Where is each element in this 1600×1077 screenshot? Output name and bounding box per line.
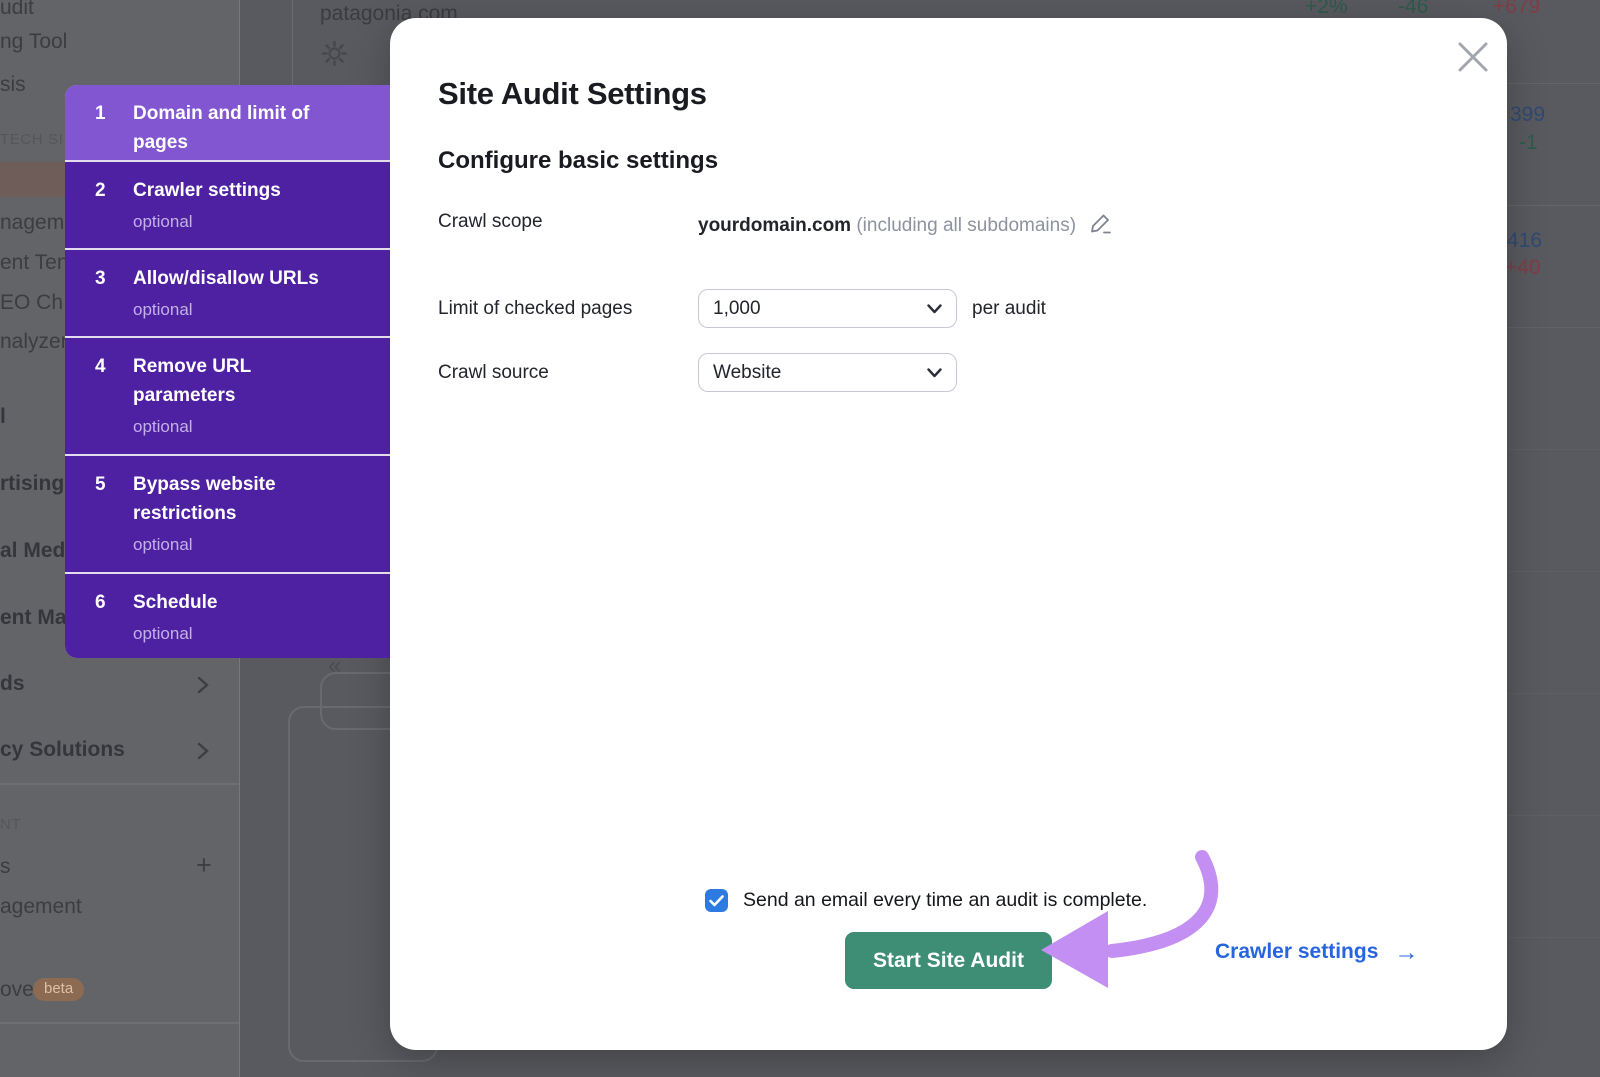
- step-optional-label: optional: [133, 534, 338, 556]
- step-number: 1: [95, 99, 133, 148]
- screen: udit ng Tool sis TECH SI nagem ent Ten E…: [0, 0, 1600, 1077]
- site-audit-steps-rail: 1 Domain and limit of pages 2 Crawler se…: [65, 85, 390, 658]
- check-icon: [709, 895, 724, 907]
- table-row-separator: [1507, 327, 1600, 328]
- sidebar-item-fragment[interactable]: ng Tool: [0, 30, 67, 54]
- chevron-down-icon: [927, 304, 942, 314]
- sidebar-item-fragment[interactable]: ent Ten: [0, 251, 69, 275]
- crawl-scope-domain: yourdomain.com: [698, 215, 851, 236]
- metric-value: 416: [1507, 229, 1542, 253]
- step-title: Allow/disallow URLs: [133, 264, 338, 293]
- crawl-source-select[interactable]: Website: [698, 353, 957, 392]
- metric-value: 399: [1510, 103, 1545, 127]
- sidebar-section-header: NT: [0, 816, 21, 833]
- metric-change-pct: +2%: [1305, 0, 1348, 19]
- modal-subtitle: Configure basic settings: [438, 147, 718, 175]
- step-optional-label: optional: [133, 299, 338, 321]
- sidebar-item-fragment[interactable]: cy Solutions: [0, 738, 125, 762]
- step-title: Remove URL parameters: [133, 352, 338, 410]
- beta-badge: beta: [33, 978, 84, 1001]
- sidebar-item-fragment[interactable]: al Medi: [0, 539, 71, 563]
- step-number: 4: [95, 352, 133, 442]
- crawl-source-selected-value: Website: [713, 362, 781, 384]
- sidebar-item-fragment[interactable]: agement: [0, 895, 82, 919]
- step-3-allow-disallow-urls[interactable]: 3 Allow/disallow URLs optional: [65, 250, 390, 336]
- step-2-crawler-settings[interactable]: 2 Crawler settings optional: [65, 162, 390, 248]
- step-6-schedule[interactable]: 6 Schedule optional: [65, 574, 390, 658]
- crawl-scope-label: Crawl scope: [438, 211, 543, 233]
- sidebar-divider-line: [0, 1022, 239, 1024]
- step-optional-label: optional: [133, 416, 338, 438]
- table-row-separator: [1507, 815, 1600, 816]
- table-row-separator: [1507, 205, 1600, 206]
- gear-icon[interactable]: [321, 40, 348, 67]
- step-title: Schedule: [133, 588, 338, 617]
- edit-pencil-icon[interactable]: [1089, 211, 1113, 235]
- table-row-separator: [1507, 571, 1600, 572]
- step-number: 3: [95, 264, 133, 324]
- limit-selected-value: 1,000: [713, 298, 761, 320]
- sidebar-item-fragment[interactable]: s: [0, 855, 11, 879]
- metric-value: -46: [1398, 0, 1428, 19]
- step-title: Domain and limit of pages: [133, 99, 338, 157]
- sidebar-item-fragment[interactable]: sis: [0, 73, 26, 97]
- sidebar-item-fragment[interactable]: rtising: [0, 472, 64, 496]
- sidebar-item-fragment[interactable]: ent Ma: [0, 606, 67, 630]
- sidebar-item-fragment[interactable]: udit: [0, 0, 34, 20]
- plus-icon[interactable]: +: [196, 850, 212, 881]
- step-title: Crawler settings: [133, 176, 338, 205]
- step-number: 6: [95, 588, 133, 646]
- chevron-right-icon: [197, 742, 209, 760]
- email-notification-row[interactable]: Send an email every time an audit is com…: [705, 889, 1147, 912]
- per-audit-label: per audit: [972, 298, 1046, 320]
- site-audit-settings-modal: Site Audit Settings Configure basic sett…: [390, 18, 1507, 1050]
- limit-of-checked-pages-select[interactable]: 1,000: [698, 289, 957, 328]
- crawler-settings-link-label: Crawler settings: [1215, 940, 1378, 964]
- arrow-right-icon: →: [1394, 942, 1418, 963]
- metric-value: +679: [1493, 0, 1540, 19]
- sidebar-item-fragment[interactable]: ove: [0, 978, 34, 1002]
- step-title: Bypass website restrictions: [133, 470, 338, 528]
- crawl-source-label: Crawl source: [438, 362, 549, 384]
- step-number: 5: [95, 470, 133, 560]
- table-row-separator: [1507, 937, 1600, 938]
- limit-of-checked-pages-label: Limit of checked pages: [438, 298, 632, 320]
- metric-value: +40: [1505, 256, 1541, 280]
- sidebar-item-fragment[interactable]: nagem: [0, 211, 64, 235]
- metric-value: -1: [1519, 131, 1538, 155]
- chevron-right-icon: [197, 676, 209, 694]
- close-icon[interactable]: [1456, 40, 1490, 74]
- step-optional-label: optional: [133, 623, 338, 645]
- sidebar-section-header: TECH SI: [0, 131, 63, 148]
- step-5-bypass-website-restrictions[interactable]: 5 Bypass website restrictions optional: [65, 456, 390, 572]
- crawl-scope-value-row: yourdomain.com (including all subdomains…: [698, 211, 1113, 237]
- email-checkbox-label: Send an email every time an audit is com…: [743, 889, 1147, 912]
- sidebar-item-fragment[interactable]: EO Ch: [0, 291, 63, 315]
- step-optional-label: optional: [133, 211, 338, 233]
- crawl-scope-note: (including all subdomains): [856, 215, 1076, 236]
- sidebar-item-fragment[interactable]: nalyzer: [0, 330, 68, 354]
- table-row-separator: [1507, 83, 1600, 84]
- sidebar-item-fragment[interactable]: l: [0, 405, 6, 429]
- step-number: 2: [95, 176, 133, 236]
- table-row-separator: [1507, 449, 1600, 450]
- step-1-domain-and-limit[interactable]: 1 Domain and limit of pages: [65, 85, 390, 160]
- table-row-separator: [1507, 693, 1600, 694]
- sidebar-item-fragment[interactable]: ds: [0, 672, 25, 696]
- chevron-down-icon: [927, 368, 942, 378]
- sidebar-divider-line: [0, 783, 239, 785]
- modal-title: Site Audit Settings: [438, 76, 707, 112]
- step-4-remove-url-parameters[interactable]: 4 Remove URL parameters optional: [65, 338, 390, 454]
- start-site-audit-button[interactable]: Start Site Audit: [845, 932, 1052, 989]
- email-checkbox[interactable]: [705, 889, 728, 912]
- crawler-settings-link[interactable]: Crawler settings →: [1215, 940, 1418, 964]
